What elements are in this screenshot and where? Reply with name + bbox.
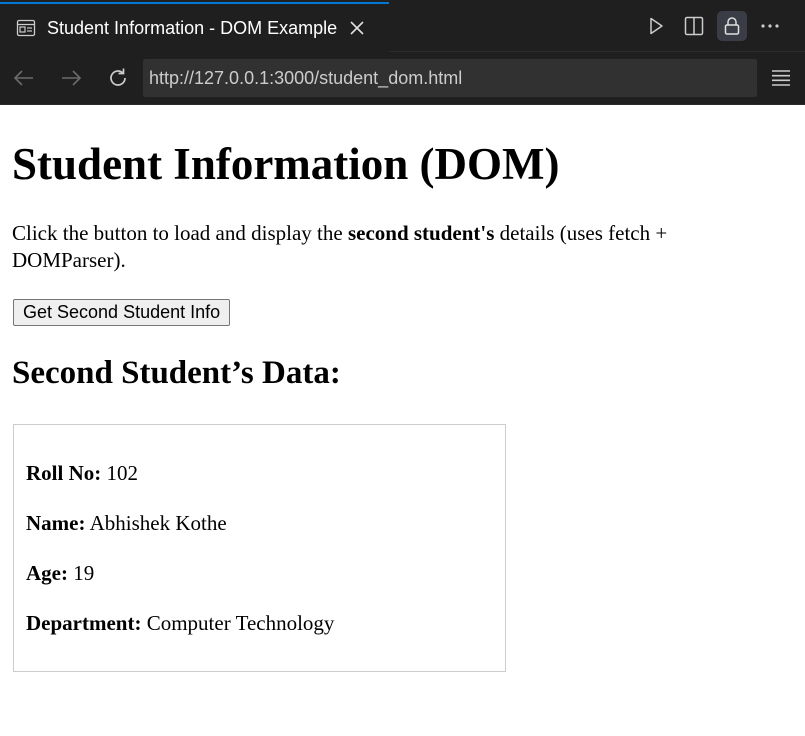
browser-nav-bar bbox=[0, 52, 805, 105]
department-field: Department: Computer Technology bbox=[26, 610, 334, 636]
tab-student-information[interactable]: Student Information - DOM Example bbox=[0, 2, 389, 52]
tab-title: Student Information - DOM Example bbox=[47, 17, 338, 38]
reload-icon[interactable] bbox=[105, 65, 131, 91]
intro-text-emphasis: second student's bbox=[347, 221, 495, 245]
forward-arrow-icon[interactable] bbox=[58, 65, 84, 91]
address-bar[interactable] bbox=[143, 59, 757, 97]
intro-text-start: Click the button to load and display the bbox=[12, 221, 348, 245]
back-arrow-icon[interactable] bbox=[11, 65, 37, 91]
lock-icon[interactable] bbox=[717, 11, 747, 41]
url-input[interactable] bbox=[149, 67, 757, 89]
department-label: Department: bbox=[26, 611, 142, 635]
more-icon[interactable] bbox=[755, 11, 785, 41]
student-card: Roll No: 102 Name: Abhishek Kothe Age: 1… bbox=[13, 424, 506, 672]
page-content: Student Information (DOM) Click the butt… bbox=[0, 105, 805, 736]
section-title: Second Student’s Data: bbox=[12, 355, 341, 391]
name-field: Name: Abhishek Kothe bbox=[26, 510, 227, 536]
split-editor-icon[interactable] bbox=[679, 11, 709, 41]
get-second-student-button[interactable]: Get Second Student Info bbox=[13, 299, 231, 326]
age-field: Age: 19 bbox=[26, 560, 94, 586]
preview-icon bbox=[16, 18, 36, 38]
name-label: Name: bbox=[26, 511, 86, 535]
age-label: Age: bbox=[26, 561, 68, 585]
close-icon[interactable] bbox=[347, 18, 367, 38]
menu-icon[interactable] bbox=[768, 65, 794, 91]
editor-actions bbox=[641, 0, 805, 52]
roll-no-value: 102 bbox=[101, 461, 139, 485]
name-value: Abhishek Kothe bbox=[85, 511, 227, 535]
run-icon[interactable] bbox=[641, 11, 671, 41]
editor-tab-bar: Student Information - DOM Example bbox=[0, 0, 805, 52]
roll-no-field: Roll No: 102 bbox=[26, 460, 138, 486]
roll-no-label: Roll No: bbox=[26, 461, 102, 485]
department-value: Computer Technology bbox=[141, 611, 335, 635]
age-value: 19 bbox=[67, 561, 95, 585]
intro-text: Click the button to load and display the… bbox=[12, 220, 782, 274]
page-title: Student Information (DOM) bbox=[12, 139, 560, 189]
